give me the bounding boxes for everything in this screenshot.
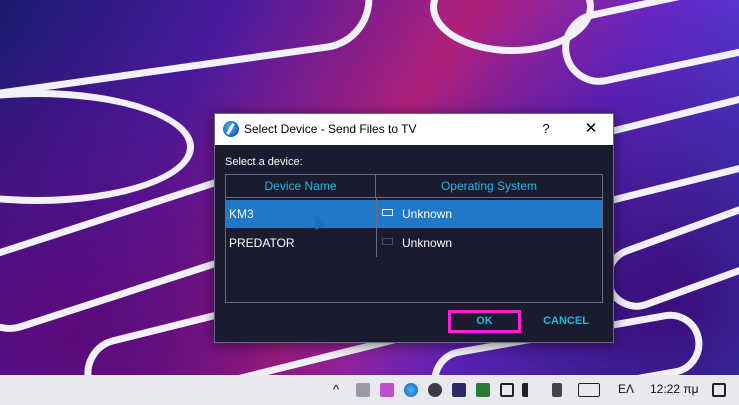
show-hidden-icons-chevron-icon[interactable]: ^ (333, 382, 339, 398)
select-device-dialog: Select Device - Send Files to TV ? ✕ Sel… (214, 113, 614, 343)
operating-system-cell: Unknown (402, 236, 453, 250)
volume-icon[interactable] (522, 383, 542, 397)
column-divider (376, 198, 377, 257)
operating-system-cell: Unknown (402, 207, 453, 221)
column-header-operating-system[interactable]: Operating System (376, 175, 602, 198)
send-files-app-icon[interactable] (404, 383, 418, 397)
laptop-icon (382, 238, 393, 245)
removable-drive-icon[interactable] (356, 383, 370, 397)
taskbar: ^ ΕΛ 12:22 πμ (0, 375, 739, 405)
notifications-icon[interactable] (712, 383, 726, 397)
dialog-titlebar[interactable]: Select Device - Send Files to TV ? ✕ (215, 114, 613, 145)
table-row[interactable]: PREDATOR Unknown (226, 229, 602, 257)
column-header-device-name[interactable]: Device Name (226, 175, 376, 198)
app-logo-icon (223, 121, 239, 137)
device-name-cell: KM3 (229, 207, 254, 221)
cancel-button[interactable]: CANCEL (535, 312, 597, 331)
ok-button[interactable]: OK (448, 310, 521, 333)
security-shield-icon[interactable] (476, 383, 490, 397)
clock[interactable]: 12:22 πμ (650, 382, 699, 398)
select-device-prompt: Select a device: (225, 156, 303, 168)
keyboard-icon[interactable] (578, 383, 600, 397)
wallpaper-stripe (555, 0, 739, 92)
device-table: Device Name Operating System KM3 Unknown… (225, 174, 603, 303)
wallpaper-ring (0, 90, 194, 204)
pen-workspace-icon[interactable] (552, 383, 562, 397)
close-button[interactable]: ✕ (577, 118, 605, 140)
wallpaper-stripe (595, 185, 739, 319)
settings-gear-icon[interactable] (428, 383, 442, 397)
device-name-cell: PREDATOR (229, 236, 295, 250)
table-row[interactable]: KM3 Unknown (226, 200, 602, 228)
chat-app-icon[interactable] (452, 383, 466, 397)
pen-icon[interactable] (380, 383, 394, 397)
laptop-icon (382, 209, 393, 216)
help-button[interactable]: ? (532, 118, 560, 140)
dialog-title: Select Device - Send Files to TV (244, 122, 417, 136)
network-icon[interactable] (500, 383, 514, 397)
wallpaper-stripe (0, 0, 380, 104)
input-language-indicator[interactable]: ΕΛ (618, 382, 634, 398)
